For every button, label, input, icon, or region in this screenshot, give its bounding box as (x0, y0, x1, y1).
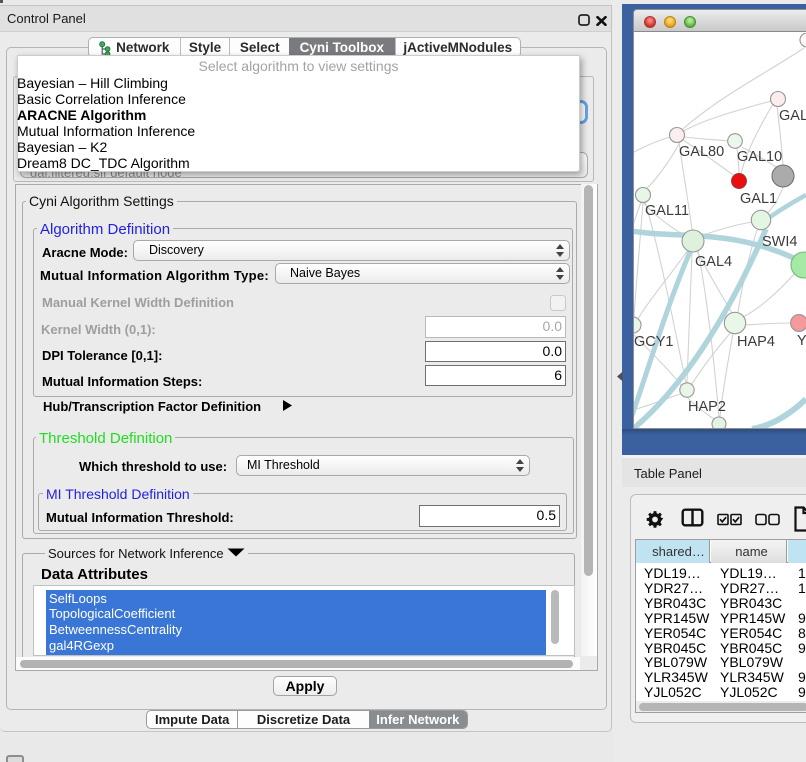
svg-text:HAP2: HAP2 (688, 399, 726, 415)
svg-text:YEL: YEL (797, 333, 806, 349)
svg-text:GAL11: GAL11 (645, 203, 689, 219)
svg-text:SWI4: SWI4 (762, 234, 797, 250)
svg-text:HAP4: HAP4 (737, 334, 775, 350)
svg-text:GAL1: GAL1 (740, 191, 777, 207)
svg-text:GAL7: GAL7 (779, 108, 806, 124)
svg-text:GAL4: GAL4 (695, 254, 732, 270)
svg-text:GAL80: GAL80 (679, 144, 724, 160)
svg-text:GAL10: GAL10 (737, 149, 782, 165)
svg-text:GCY1: GCY1 (634, 334, 674, 350)
